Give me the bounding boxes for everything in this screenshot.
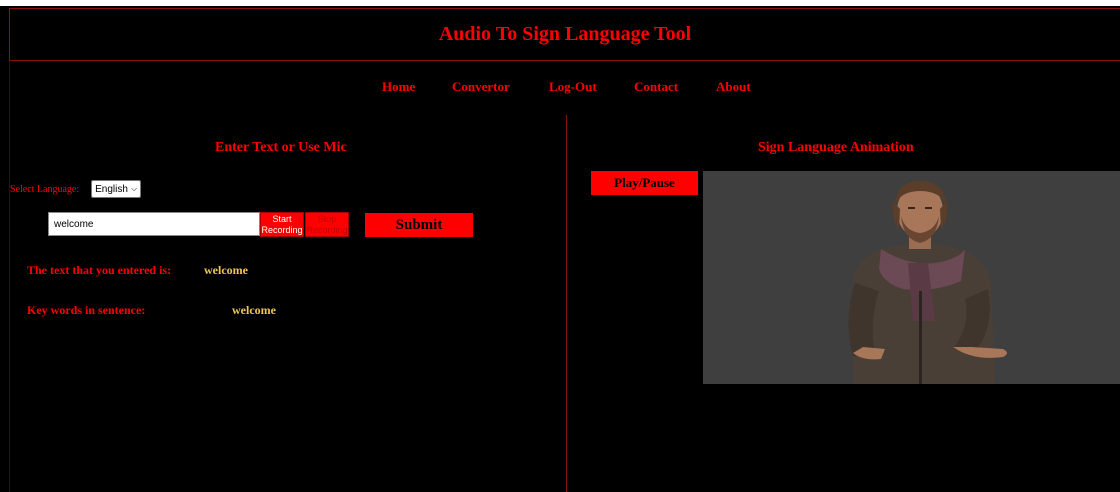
nav-contact[interactable]: Contact	[634, 79, 678, 95]
signing-avatar-figure	[848, 181, 1007, 384]
left-border	[9, 61, 10, 492]
keywords-value: welcome	[232, 303, 276, 317]
window-top-border	[0, 0, 1120, 6]
app-title: Audio To Sign Language Tool	[438, 23, 692, 45]
nav-convertor[interactable]: Convertor	[452, 79, 510, 95]
language-row: Select Language: English ⌵	[10, 180, 142, 198]
text-input-value: welcome	[54, 218, 94, 230]
text-input[interactable]: welcome	[48, 212, 260, 236]
language-select[interactable]: English ⌵	[91, 180, 142, 198]
app-header: Audio To Sign Language Tool	[9, 8, 1120, 61]
nav-about[interactable]: About	[716, 79, 751, 95]
keywords-label: Key words in sentence:	[27, 303, 146, 317]
submit-button[interactable]: Submit	[365, 213, 473, 237]
sign-language-video[interactable]	[703, 171, 1120, 384]
text-input-section-title: Enter Text or Use Mic	[215, 140, 347, 155]
main-nav: Home Convertor Log-Out Contact About	[0, 79, 1120, 99]
play-pause-button[interactable]: Play/Pause	[591, 171, 698, 195]
nav-log-out[interactable]: Log-Out	[549, 79, 597, 95]
language-label: Select Language:	[10, 183, 80, 195]
chevron-down-icon: ⌵	[130, 184, 138, 193]
animation-section-title: Sign Language Animation	[758, 140, 914, 155]
entered-text-label: The text that you entered is:	[27, 263, 172, 277]
stop-recording-button[interactable]: Stop Recording	[305, 212, 349, 237]
panel-divider	[566, 115, 567, 492]
start-recording-button[interactable]: Start Recording	[260, 212, 304, 237]
entered-text-value: welcome	[204, 263, 248, 277]
nav-home[interactable]: Home	[382, 79, 415, 95]
language-select-value: English	[95, 183, 128, 195]
